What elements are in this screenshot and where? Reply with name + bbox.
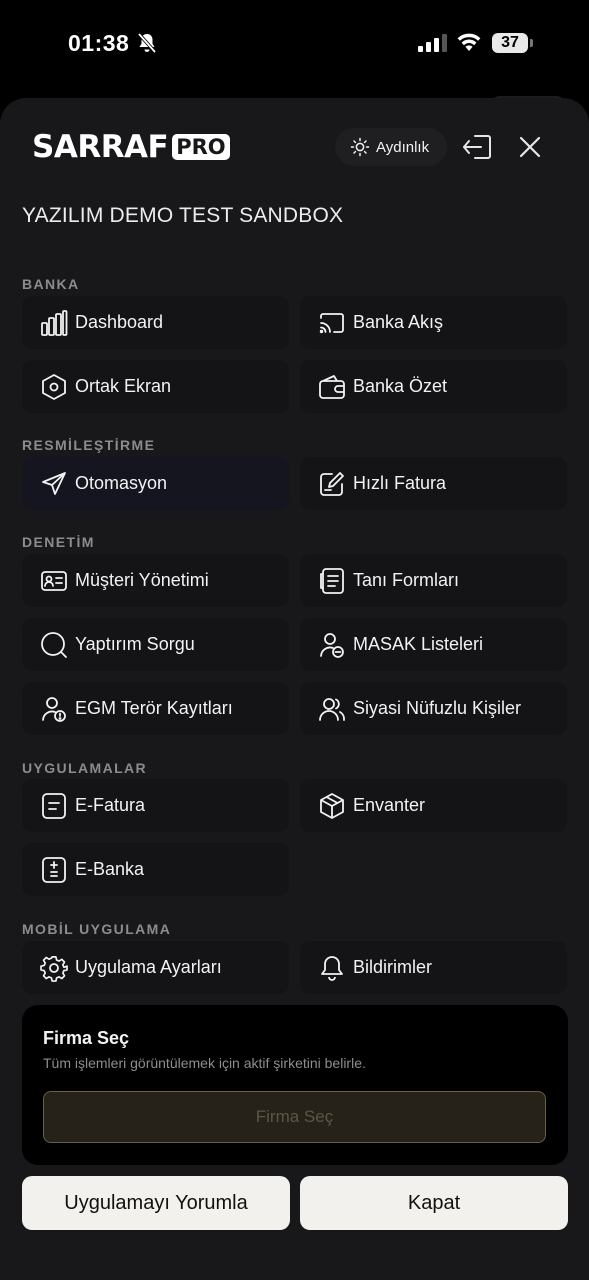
menu-item-bildirimler[interactable]: Bildirimler <box>300 941 567 994</box>
menu-item-label: Ortak Ekran <box>75 376 172 396</box>
status-bar: 01:38 37 <box>0 0 589 90</box>
rate-app-button[interactable]: Uygulamayı Yorumla <box>22 1176 290 1230</box>
menu-item-label: Hızlı Fatura <box>353 473 447 493</box>
menu-item-label: Tanı Formları <box>353 570 460 590</box>
menu-item-label: E-Banka <box>75 859 145 879</box>
menu-item-label: Siyasi Nüfuzlu Kişiler <box>353 698 522 718</box>
users-icon <box>319 697 345 721</box>
menu-item-label: Dashboard <box>75 312 164 332</box>
menu-item-label: Bildirimler <box>353 957 433 977</box>
menu-item-label: MASAK Listeleri <box>353 634 484 654</box>
section-resmilestirme: RESMİLEŞTİRME <box>22 437 156 453</box>
menu-item-label: Otomasyon <box>75 473 168 493</box>
cast-icon <box>319 312 344 333</box>
menu-item-yaptirim-sorgu[interactable]: Yaptırım Sorgu <box>22 618 289 671</box>
menu-item-label: EGM Terör Kayıtları <box>75 698 233 718</box>
menu-item-label: Envanter <box>353 795 426 815</box>
wallet-icon <box>319 374 345 399</box>
gear-icon <box>40 955 68 982</box>
menu-item-label: Banka Özet <box>353 376 448 396</box>
logo-wordmark: SARRAF <box>32 129 169 165</box>
menu-item-hizli-fatura[interactable]: Hızlı Fatura <box>300 457 567 510</box>
menu-item-label: Uygulama Ayarları <box>75 957 222 977</box>
firm-select-card: Firma Seç Tüm işlemleri görüntülemek içi… <box>22 1005 568 1165</box>
section-mobil: MOBİL UYGULAMA <box>22 921 172 937</box>
calculator-icon <box>42 856 66 883</box>
menu-item-siyasi-nufuzlu[interactable]: Siyasi Nüfuzlu Kişiler <box>300 682 567 735</box>
theme-toggle-button[interactable]: Aydınlık <box>335 128 447 166</box>
menu-item-label: Yaptırım Sorgu <box>75 634 195 654</box>
menu-item-ortak-ekran[interactable]: Ortak Ekran <box>22 360 289 413</box>
menu-item-egm-teror[interactable]: EGM Terör Kayıtları <box>22 682 289 735</box>
wifi-icon <box>457 33 481 51</box>
bell-muted-icon <box>137 32 157 54</box>
close-icon[interactable] <box>518 135 542 159</box>
menu-item-dashboard[interactable]: Dashboard <box>22 296 289 349</box>
bell-icon <box>321 955 343 981</box>
firm-select-title: Firma Seç <box>43 1028 130 1048</box>
search-icon <box>41 631 67 658</box>
menu-item-otomasyon[interactable]: Otomasyon <box>22 457 289 510</box>
app-logo: SARRAF PRO <box>32 129 230 165</box>
hexagon-icon <box>42 373 66 400</box>
menu-item-banka-ozet[interactable]: Banka Özet <box>300 360 567 413</box>
menu-item-banka-akis[interactable]: Banka Akış <box>300 296 567 349</box>
section-uygulamalar: UYGULAMALAR <box>22 760 148 776</box>
logo-pro-badge: PRO <box>172 134 230 160</box>
theme-toggle-label: Aydınlık <box>376 138 430 156</box>
send-icon <box>42 471 66 495</box>
menu-item-e-fatura[interactable]: E-Fatura <box>22 779 289 832</box>
bar-chart-icon <box>41 309 68 336</box>
menu-item-label: E-Fatura <box>75 795 146 815</box>
section-denetim: DENETİM <box>22 534 95 550</box>
cellular-signal-icon <box>418 34 447 52</box>
logout-icon[interactable] <box>461 133 493 161</box>
invoice-icon <box>42 792 66 819</box>
form-list-icon <box>320 567 344 594</box>
section-banka: BANKA <box>22 276 80 292</box>
menu-item-envanter[interactable]: Envanter <box>300 779 567 832</box>
user-list-icon <box>320 632 344 658</box>
firm-select-description: Tüm işlemleri görüntülemek için aktif şi… <box>43 1055 366 1071</box>
firm-select-button[interactable]: Firma Seç <box>43 1091 546 1143</box>
status-time: 01:38 <box>68 30 130 56</box>
id-card-icon <box>41 570 67 591</box>
menu-item-masak-listeleri[interactable]: MASAK Listeleri <box>300 618 567 671</box>
company-name: YAZILIM DEMO TEST SANDBOX <box>22 204 344 227</box>
menu-item-label: Banka Akış <box>353 312 444 332</box>
menu-item-musteri-yonetimi[interactable]: Müşteri Yönetimi <box>22 554 289 607</box>
battery-tip <box>530 39 533 47</box>
menu-item-uygulama-ayarlari[interactable]: Uygulama Ayarları <box>22 941 289 994</box>
battery-indicator: 37 <box>492 33 528 53</box>
close-sheet-button[interactable]: Kapat <box>300 1176 568 1230</box>
menu-item-label: Müşteri Yönetimi <box>75 570 209 590</box>
edit-document-icon <box>320 471 344 496</box>
menu-item-e-banka[interactable]: E-Banka <box>22 843 289 896</box>
user-alert-icon <box>42 696 66 722</box>
sun-icon <box>350 137 370 157</box>
box-icon <box>320 792 344 819</box>
menu-item-tani-formlari[interactable]: Tanı Formları <box>300 554 567 607</box>
